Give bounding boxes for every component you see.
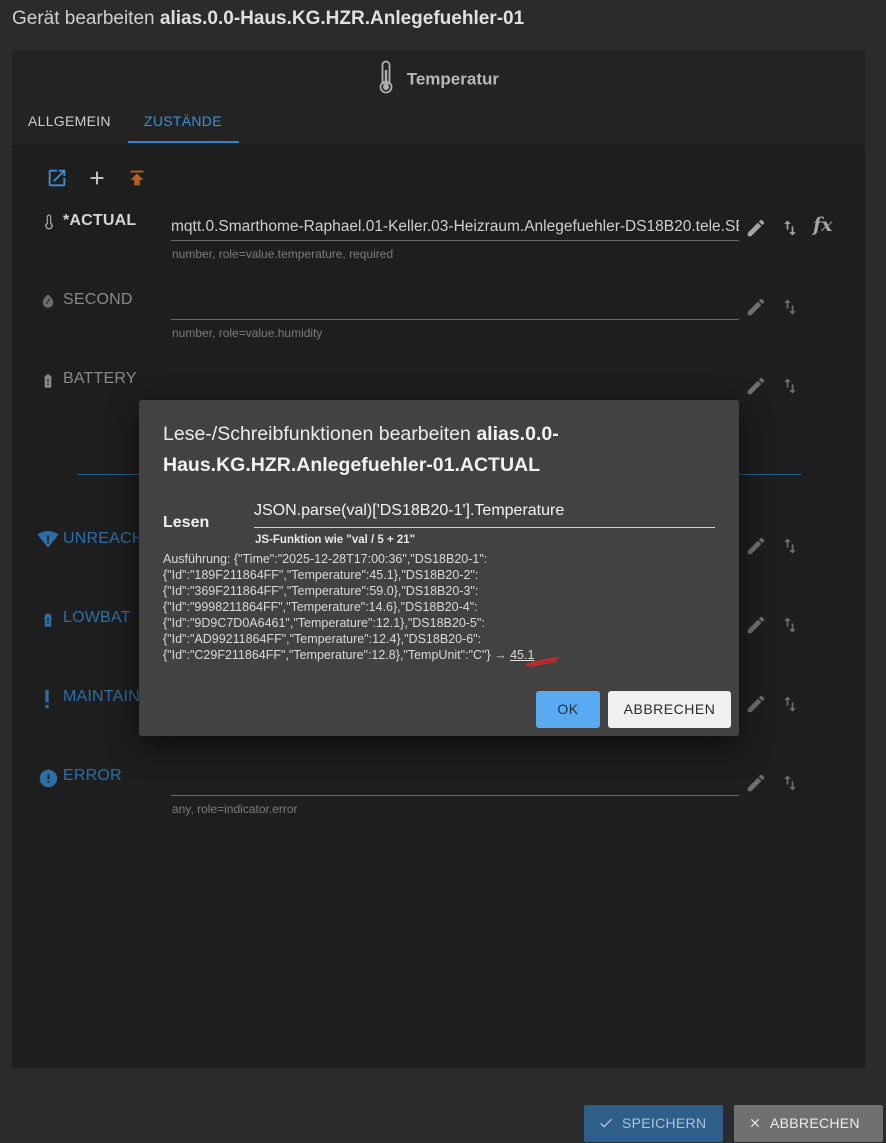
battery-low-icon	[40, 610, 58, 628]
execution-line: {"Id":"189F211864FF","Temperature":45.1}…	[163, 568, 479, 582]
page-title-id: alias.0.0-Haus.KG.HZR.Anlegefuehler-01	[159, 8, 525, 29]
alert-circle-icon	[38, 768, 58, 788]
pencil-icon[interactable]	[745, 614, 767, 636]
state-hint-actual: number, role=value.temperature, required	[172, 247, 394, 261]
pencil-icon[interactable]	[745, 217, 767, 239]
close-icon	[750, 1118, 760, 1127]
state-hint-second: number, role=value.humidity	[172, 326, 323, 340]
execution-output: Ausführung: {"Time":"2025-12-28T17:00:36…	[163, 551, 534, 663]
state-row-error: ERROR any, role=indicator.error	[12, 760, 865, 820]
execution-line: {"Id":"369F211864FF","Temperature":59.0}…	[163, 584, 479, 598]
read-function-input[interactable]: JSON.parse(val)['DS18B20-1'].Temperature	[254, 500, 715, 528]
tab-states[interactable]: ZUSTÄNDE	[144, 113, 222, 129]
save-button[interactable]: SPEICHERN	[584, 1105, 723, 1142]
swap-vertical-icon[interactable]	[780, 375, 800, 397]
state-label-actual: *ACTUAL	[63, 212, 137, 229]
swap-vertical-icon[interactable]	[780, 772, 800, 794]
execution-line: {"Id":"9D9C7D0A6461","Temperature":12.1}…	[163, 616, 485, 630]
pencil-icon[interactable]	[745, 296, 767, 318]
panel-header: Temperatur ALLGEMEIN ZUSTÄNDE	[12, 51, 865, 145]
pencil-icon[interactable]	[745, 693, 767, 715]
thermometer-icon	[378, 60, 394, 99]
wifi-icon	[37, 531, 59, 549]
execution-line-text: {"Id":"C29F211864FF","Temperature":12.8}…	[163, 648, 491, 662]
battery-icon	[40, 371, 58, 389]
tab-general[interactable]: ALLGEMEIN	[28, 113, 111, 129]
active-tab-indicator	[128, 141, 239, 143]
page-title-prefix: Gerät bearbeiten	[12, 8, 155, 29]
execution-line-last: {"Id":"C29F211864FF","Temperature":12.8}…	[163, 647, 534, 663]
water-drop-icon	[40, 292, 58, 310]
state-row-actual: *ACTUAL mqtt.0.Smarthome-Raphael.01-Kell…	[12, 205, 865, 265]
swap-vertical-icon[interactable]	[780, 217, 800, 239]
cancel-button[interactable]: ABBRECHEN	[734, 1105, 883, 1142]
state-input-second[interactable]	[171, 294, 739, 320]
check-icon	[600, 1118, 612, 1128]
swap-vertical-icon[interactable]	[780, 535, 800, 557]
open-in-new-icon[interactable]	[46, 167, 68, 189]
execution-line: {"Id":"AD99211864FF","Temperature":12.4}…	[163, 632, 482, 646]
dialog-title-prefix: Lese-/Schreibfunktionen bearbeiten	[163, 423, 471, 445]
page-title: Gerät bearbeiten alias.0.0-Haus.KG.HZR.A…	[12, 8, 524, 30]
state-hint-error: any, role=indicator.error	[172, 802, 298, 816]
dialog-title: Lese-/Schreibfunktionen bearbeiten alias…	[163, 419, 723, 481]
swap-vertical-icon[interactable]	[780, 614, 800, 636]
read-function-hint: JS-Funktion wie "val / 5 + 21"	[255, 534, 416, 546]
pencil-icon[interactable]	[745, 535, 767, 557]
edit-functions-dialog: Lese-/Schreibfunktionen bearbeiten alias…	[139, 400, 739, 736]
state-label-second: SECOND	[63, 291, 133, 308]
pencil-icon[interactable]	[745, 772, 767, 794]
state-input-actual[interactable]: mqtt.0.Smarthome-Raphael.01-Keller.03-He…	[171, 215, 739, 241]
cancel-button-label: ABBRECHEN	[770, 1115, 860, 1131]
swap-vertical-icon[interactable]	[780, 296, 800, 318]
plus-icon[interactable]	[86, 167, 108, 189]
state-label-error: ERROR	[63, 767, 122, 784]
state-label-maintain: MAINTAIN	[63, 688, 140, 705]
upload-icon[interactable]	[126, 167, 148, 189]
function-fx-icon[interactable]: fx	[813, 214, 833, 236]
state-row-second: SECOND number, role=value.humidity	[12, 284, 865, 344]
execution-line: Ausführung: {"Time":"2025-12-28T17:00:36…	[163, 552, 488, 566]
save-button-label: SPEICHERN	[622, 1115, 707, 1131]
swap-vertical-icon[interactable]	[780, 693, 800, 715]
read-function-label: Lesen	[163, 514, 210, 531]
device-type-label: Temperatur	[406, 69, 499, 89]
execution-line: {"Id":"9998211864FF","Temperature":14.6}…	[163, 600, 478, 614]
exclamation-icon	[40, 689, 58, 709]
dialog-cancel-button[interactable]: ABBRECHEN	[608, 691, 731, 728]
red-underline-annotation	[525, 655, 561, 673]
state-label-lowbat: LOWBAT	[63, 609, 131, 626]
state-input-error[interactable]	[171, 770, 739, 796]
thermometer-icon	[40, 213, 58, 231]
state-label-battery: BATTERY	[63, 370, 137, 387]
state-label-unreach: UNREACH	[63, 530, 144, 547]
result-arrow: →	[494, 648, 507, 662]
dialog-ok-button[interactable]: OK	[536, 691, 600, 728]
device-type-title: Temperatur	[12, 60, 865, 99]
pencil-icon[interactable]	[745, 375, 767, 397]
